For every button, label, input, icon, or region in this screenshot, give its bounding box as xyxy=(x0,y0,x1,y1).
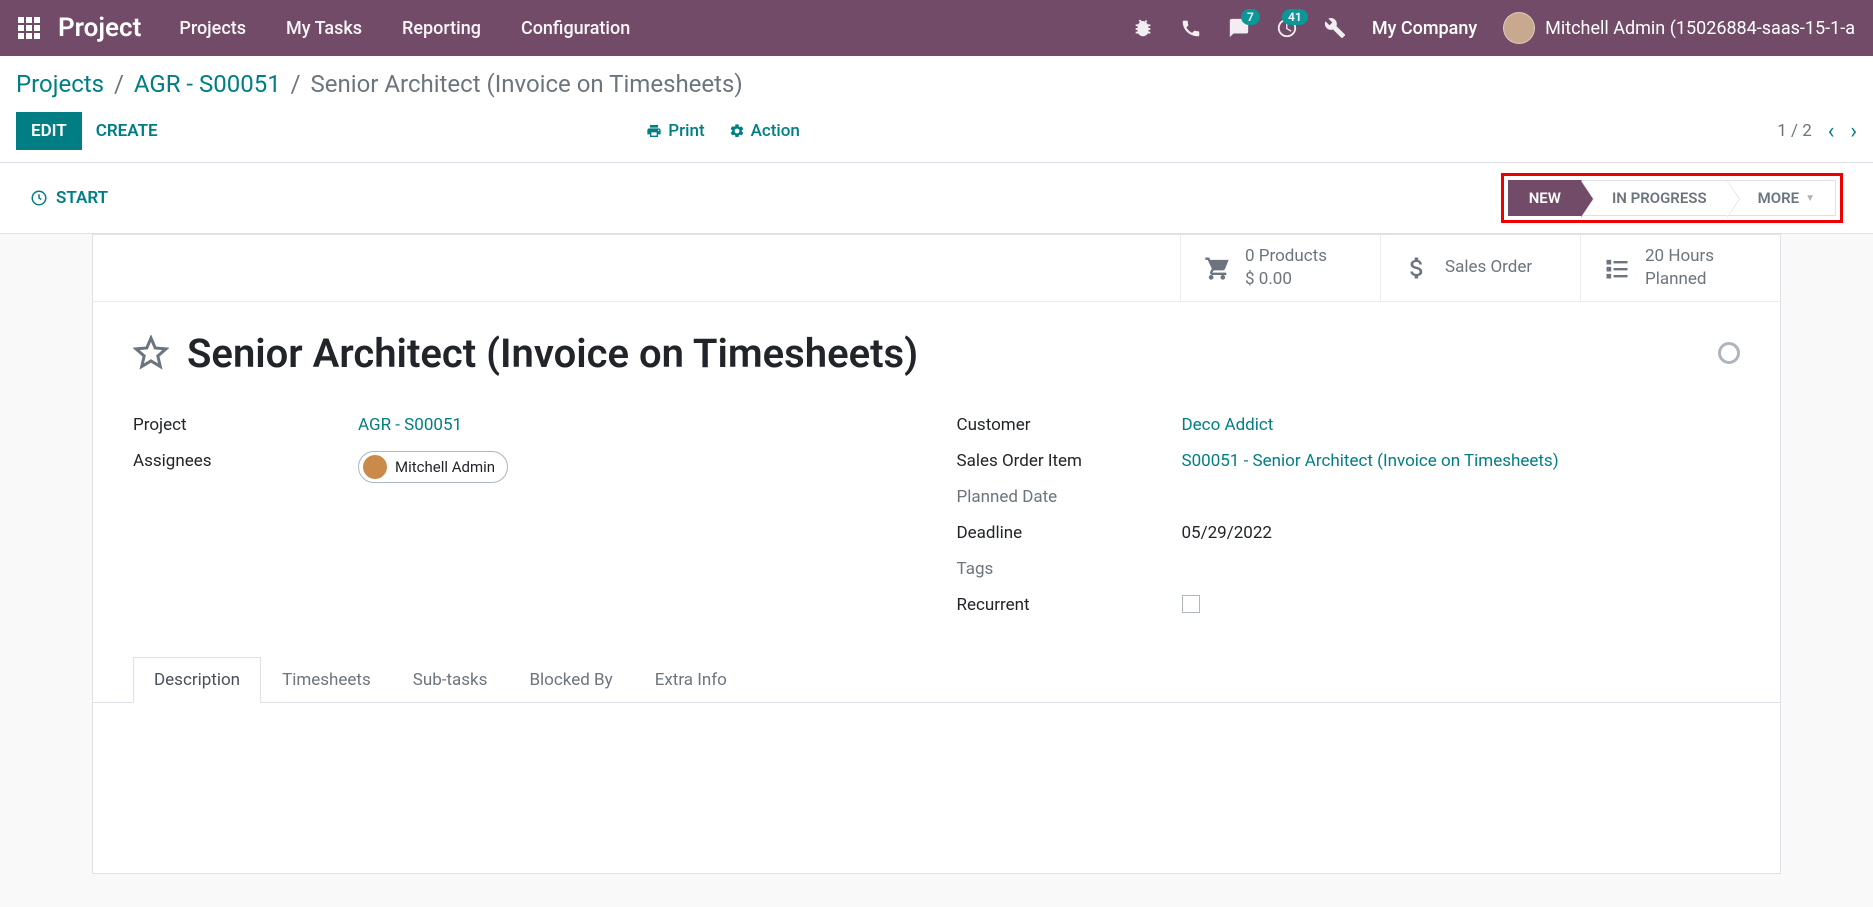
stat-hours-line2: Planned xyxy=(1645,268,1714,291)
tasks-icon xyxy=(1603,254,1631,282)
action-label: Action xyxy=(751,121,800,141)
breadcrumb-sep: / xyxy=(114,70,124,98)
breadcrumb-current: Senior Architect (Invoice on Timesheets) xyxy=(311,70,743,98)
recurrent-label: Recurrent xyxy=(957,595,1182,618)
status-row: START NEW IN PROGRESS MORE ▼ xyxy=(0,163,1873,234)
activities-badge: 41 xyxy=(1282,9,1308,25)
recurrent-checkbox[interactable] xyxy=(1182,595,1200,613)
nav-my-tasks[interactable]: My Tasks xyxy=(286,18,362,39)
activities-icon[interactable]: 41 xyxy=(1276,17,1298,39)
print-label: Print xyxy=(668,121,704,141)
pager: 1 / 2 ‹ › xyxy=(1777,119,1857,144)
edit-button[interactable]: EDIT xyxy=(16,112,82,150)
messages-badge: 7 xyxy=(1241,9,1260,25)
breadcrumb-sep: / xyxy=(291,70,301,98)
stat-products[interactable]: 0 Products $ 0.00 xyxy=(1180,235,1380,301)
stage-in-progress[interactable]: IN PROGRESS xyxy=(1582,180,1728,216)
tab-timesheets[interactable]: Timesheets xyxy=(261,657,392,703)
messages-icon[interactable]: 7 xyxy=(1228,17,1250,39)
assignees-label: Assignees xyxy=(133,451,358,484)
print-icon xyxy=(646,123,662,139)
pager-prev-icon[interactable]: ‹ xyxy=(1828,119,1835,144)
phone-icon[interactable] xyxy=(1180,17,1202,39)
breadcrumb-project-name[interactable]: AGR - S00051 xyxy=(134,70,281,98)
project-label: Project xyxy=(133,415,358,435)
task-title: Senior Architect (Invoice on Timesheets) xyxy=(187,330,918,377)
print-button[interactable]: Print xyxy=(646,121,704,141)
form-sheet: 0 Products $ 0.00 Sales Order 20 Hours P… xyxy=(92,234,1781,874)
customer-label: Customer xyxy=(957,415,1182,435)
form-grid: Project AGR - S00051 Assignees Mitchell … xyxy=(93,387,1780,656)
stat-products-line2: $ 0.00 xyxy=(1245,268,1327,291)
app-brand[interactable]: Project xyxy=(58,13,141,43)
pager-value: 1 / 2 xyxy=(1777,121,1812,141)
user-avatar-icon xyxy=(1503,12,1535,44)
apps-icon[interactable] xyxy=(18,17,40,39)
nav-projects[interactable]: Projects xyxy=(179,18,246,39)
tab-blocked-by[interactable]: Blocked By xyxy=(508,657,633,703)
tabs: Description Timesheets Sub-tasks Blocked… xyxy=(93,656,1780,703)
start-button[interactable]: START xyxy=(30,188,108,208)
sheet-wrapper: 0 Products $ 0.00 Sales Order 20 Hours P… xyxy=(0,234,1873,874)
pager-next-icon[interactable]: › xyxy=(1850,119,1857,144)
project-link[interactable]: AGR - S00051 xyxy=(358,415,462,435)
topnav-right: 7 41 My Company Mitchell Admin (15026884… xyxy=(1132,12,1855,44)
nav-menu: Projects My Tasks Reporting Configuratio… xyxy=(179,18,630,39)
form-col-right: Customer Deco Addict Sales Order Item S0… xyxy=(957,407,1741,626)
tab-description[interactable]: Description xyxy=(133,657,261,703)
stage-more-label: MORE xyxy=(1758,189,1799,207)
stat-hours-planned[interactable]: 20 Hours Planned xyxy=(1580,235,1780,301)
company-name[interactable]: My Company xyxy=(1372,18,1477,39)
customer-link[interactable]: Deco Addict xyxy=(1182,415,1274,435)
status-bar: NEW IN PROGRESS MORE ▼ xyxy=(1501,173,1843,223)
breadcrumb: Projects / AGR - S00051 / Senior Archite… xyxy=(0,56,1873,104)
stat-sales-order[interactable]: Sales Order xyxy=(1380,235,1580,301)
clock-icon xyxy=(30,189,48,207)
tab-sub-tasks[interactable]: Sub-tasks xyxy=(392,657,509,703)
dollar-icon xyxy=(1403,254,1431,282)
tools-icon[interactable] xyxy=(1324,17,1346,39)
deadline-label: Deadline xyxy=(957,523,1182,543)
user-name: Mitchell Admin (15026884-saas-15-1-a xyxy=(1545,18,1855,39)
stat-buttons: 0 Products $ 0.00 Sales Order 20 Hours P… xyxy=(93,235,1780,302)
nav-configuration[interactable]: Configuration xyxy=(521,18,630,39)
stat-products-line1: 0 Products xyxy=(1245,245,1327,268)
tab-extra-info[interactable]: Extra Info xyxy=(634,657,748,703)
stat-sales-order-label: Sales Order xyxy=(1445,256,1532,279)
stat-hours-line1: 20 Hours xyxy=(1645,245,1714,268)
control-bar: Projects / AGR - S00051 / Senior Archite… xyxy=(0,56,1873,163)
bug-icon[interactable] xyxy=(1132,17,1154,39)
kanban-state-icon[interactable] xyxy=(1718,342,1740,364)
assignee-chip[interactable]: Mitchell Admin xyxy=(358,451,508,483)
form-col-left: Project AGR - S00051 Assignees Mitchell … xyxy=(133,407,917,626)
title-row: Senior Architect (Invoice on Timesheets) xyxy=(93,302,1780,387)
assignee-avatar-icon xyxy=(363,455,387,479)
favorite-star-icon[interactable] xyxy=(133,335,169,371)
nav-reporting[interactable]: Reporting xyxy=(402,18,481,39)
planned-date-label: Planned Date xyxy=(957,487,1182,507)
create-button[interactable]: CREATE xyxy=(96,121,158,141)
cart-icon xyxy=(1203,254,1231,282)
stage-more[interactable]: MORE ▼ xyxy=(1728,180,1836,216)
assignee-name: Mitchell Admin xyxy=(395,458,495,476)
caret-down-icon: ▼ xyxy=(1805,193,1815,204)
user-menu[interactable]: Mitchell Admin (15026884-saas-15-1-a xyxy=(1503,12,1855,44)
action-button[interactable]: Action xyxy=(729,121,800,141)
stage-new[interactable]: NEW xyxy=(1508,180,1582,216)
gear-icon xyxy=(729,123,745,139)
breadcrumb-projects[interactable]: Projects xyxy=(16,70,104,98)
soi-link[interactable]: S00051 - Senior Architect (Invoice on Ti… xyxy=(1182,451,1559,471)
start-label: START xyxy=(56,188,108,208)
toolbar: EDIT CREATE Print Action 1 / 2 ‹ › xyxy=(0,104,1873,162)
deadline-value: 05/29/2022 xyxy=(1182,523,1272,543)
top-navbar: Project Projects My Tasks Reporting Conf… xyxy=(0,0,1873,56)
tags-label: Tags xyxy=(957,559,1182,579)
soi-label: Sales Order Item xyxy=(957,451,1182,471)
